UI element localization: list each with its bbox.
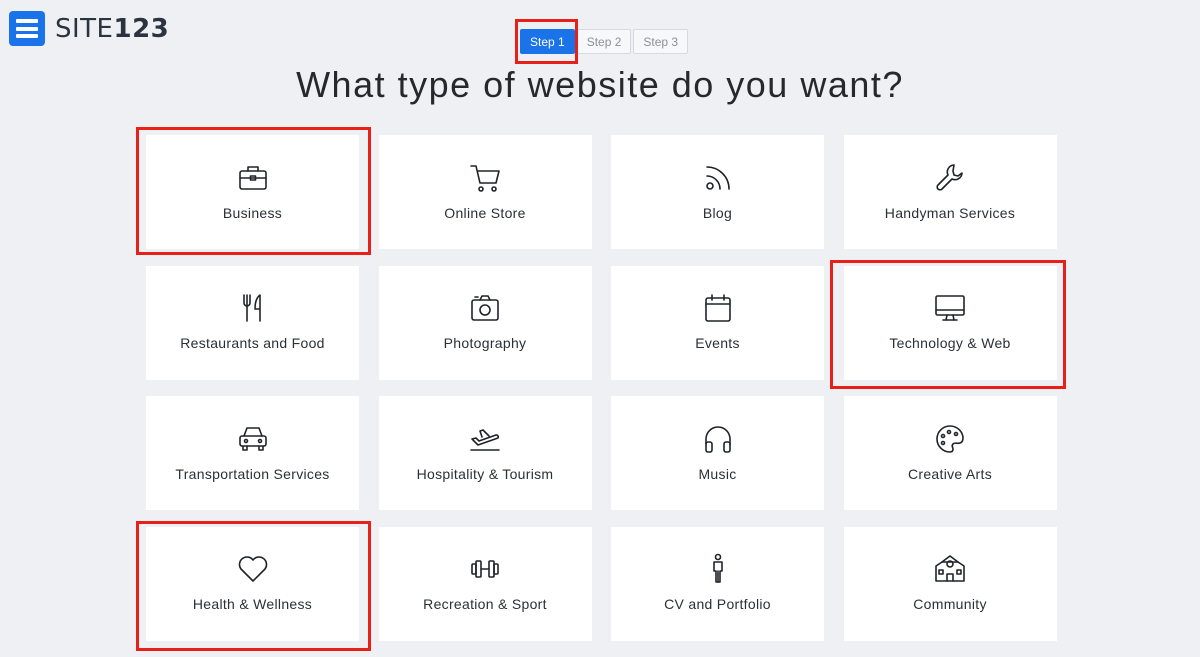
- cart-icon: [468, 161, 502, 195]
- monitor-icon: [933, 291, 967, 325]
- heart-icon: [236, 552, 270, 586]
- category-music[interactable]: Music: [611, 396, 824, 510]
- step-3[interactable]: Step 3: [633, 29, 689, 54]
- building-icon: [933, 552, 967, 586]
- category-creative-arts[interactable]: Creative Arts: [843, 396, 1057, 510]
- category-photography[interactable]: Photography: [378, 265, 592, 380]
- category-grid: Business Online Store Blog Handyman Serv…: [146, 135, 1057, 641]
- fork-knife-icon: [236, 291, 270, 325]
- palette-icon: [933, 422, 967, 456]
- calendar-icon: [701, 291, 735, 325]
- airplane-icon: [468, 422, 502, 456]
- step-1[interactable]: Step 1: [520, 29, 575, 54]
- category-hospitality-and-tourism[interactable]: Hospitality & Tourism: [378, 396, 592, 510]
- category-community[interactable]: Community: [843, 526, 1057, 641]
- category-transportation-services[interactable]: Transportation Services: [146, 396, 359, 510]
- category-events[interactable]: Events: [611, 265, 824, 380]
- site123-logo[interactable]: SITE123: [9, 11, 169, 46]
- category-online-store[interactable]: Online Store: [378, 135, 592, 249]
- dumbbell-icon: [468, 552, 502, 586]
- category-technology-and-web[interactable]: Technology & Web: [843, 265, 1057, 380]
- category-handyman-services[interactable]: Handyman Services: [843, 135, 1057, 249]
- category-recreation-and-sport[interactable]: Recreation & Sport: [378, 526, 592, 641]
- headphones-icon: [701, 422, 735, 456]
- step-indicator: Step 1 Step 2 Step 3: [520, 29, 689, 54]
- category-restaurants-and-food[interactable]: Restaurants and Food: [146, 265, 359, 380]
- category-business[interactable]: Business: [146, 135, 359, 249]
- rss-icon: [701, 161, 735, 195]
- logo-icon: [9, 11, 45, 46]
- logo-text: SITE123: [55, 13, 170, 44]
- category-blog[interactable]: Blog: [611, 135, 824, 249]
- briefcase-icon: [236, 161, 270, 195]
- car-icon: [236, 422, 270, 456]
- camera-icon: [468, 291, 502, 325]
- page-title: What type of website do you want?: [296, 64, 904, 105]
- step-2[interactable]: Step 2: [576, 29, 632, 54]
- person-icon: [701, 552, 735, 586]
- wrench-icon: [933, 161, 967, 195]
- category-cv-and-portfolio[interactable]: CV and Portfolio: [611, 526, 824, 641]
- category-health-and-wellness[interactable]: Health & Wellness: [146, 526, 359, 641]
